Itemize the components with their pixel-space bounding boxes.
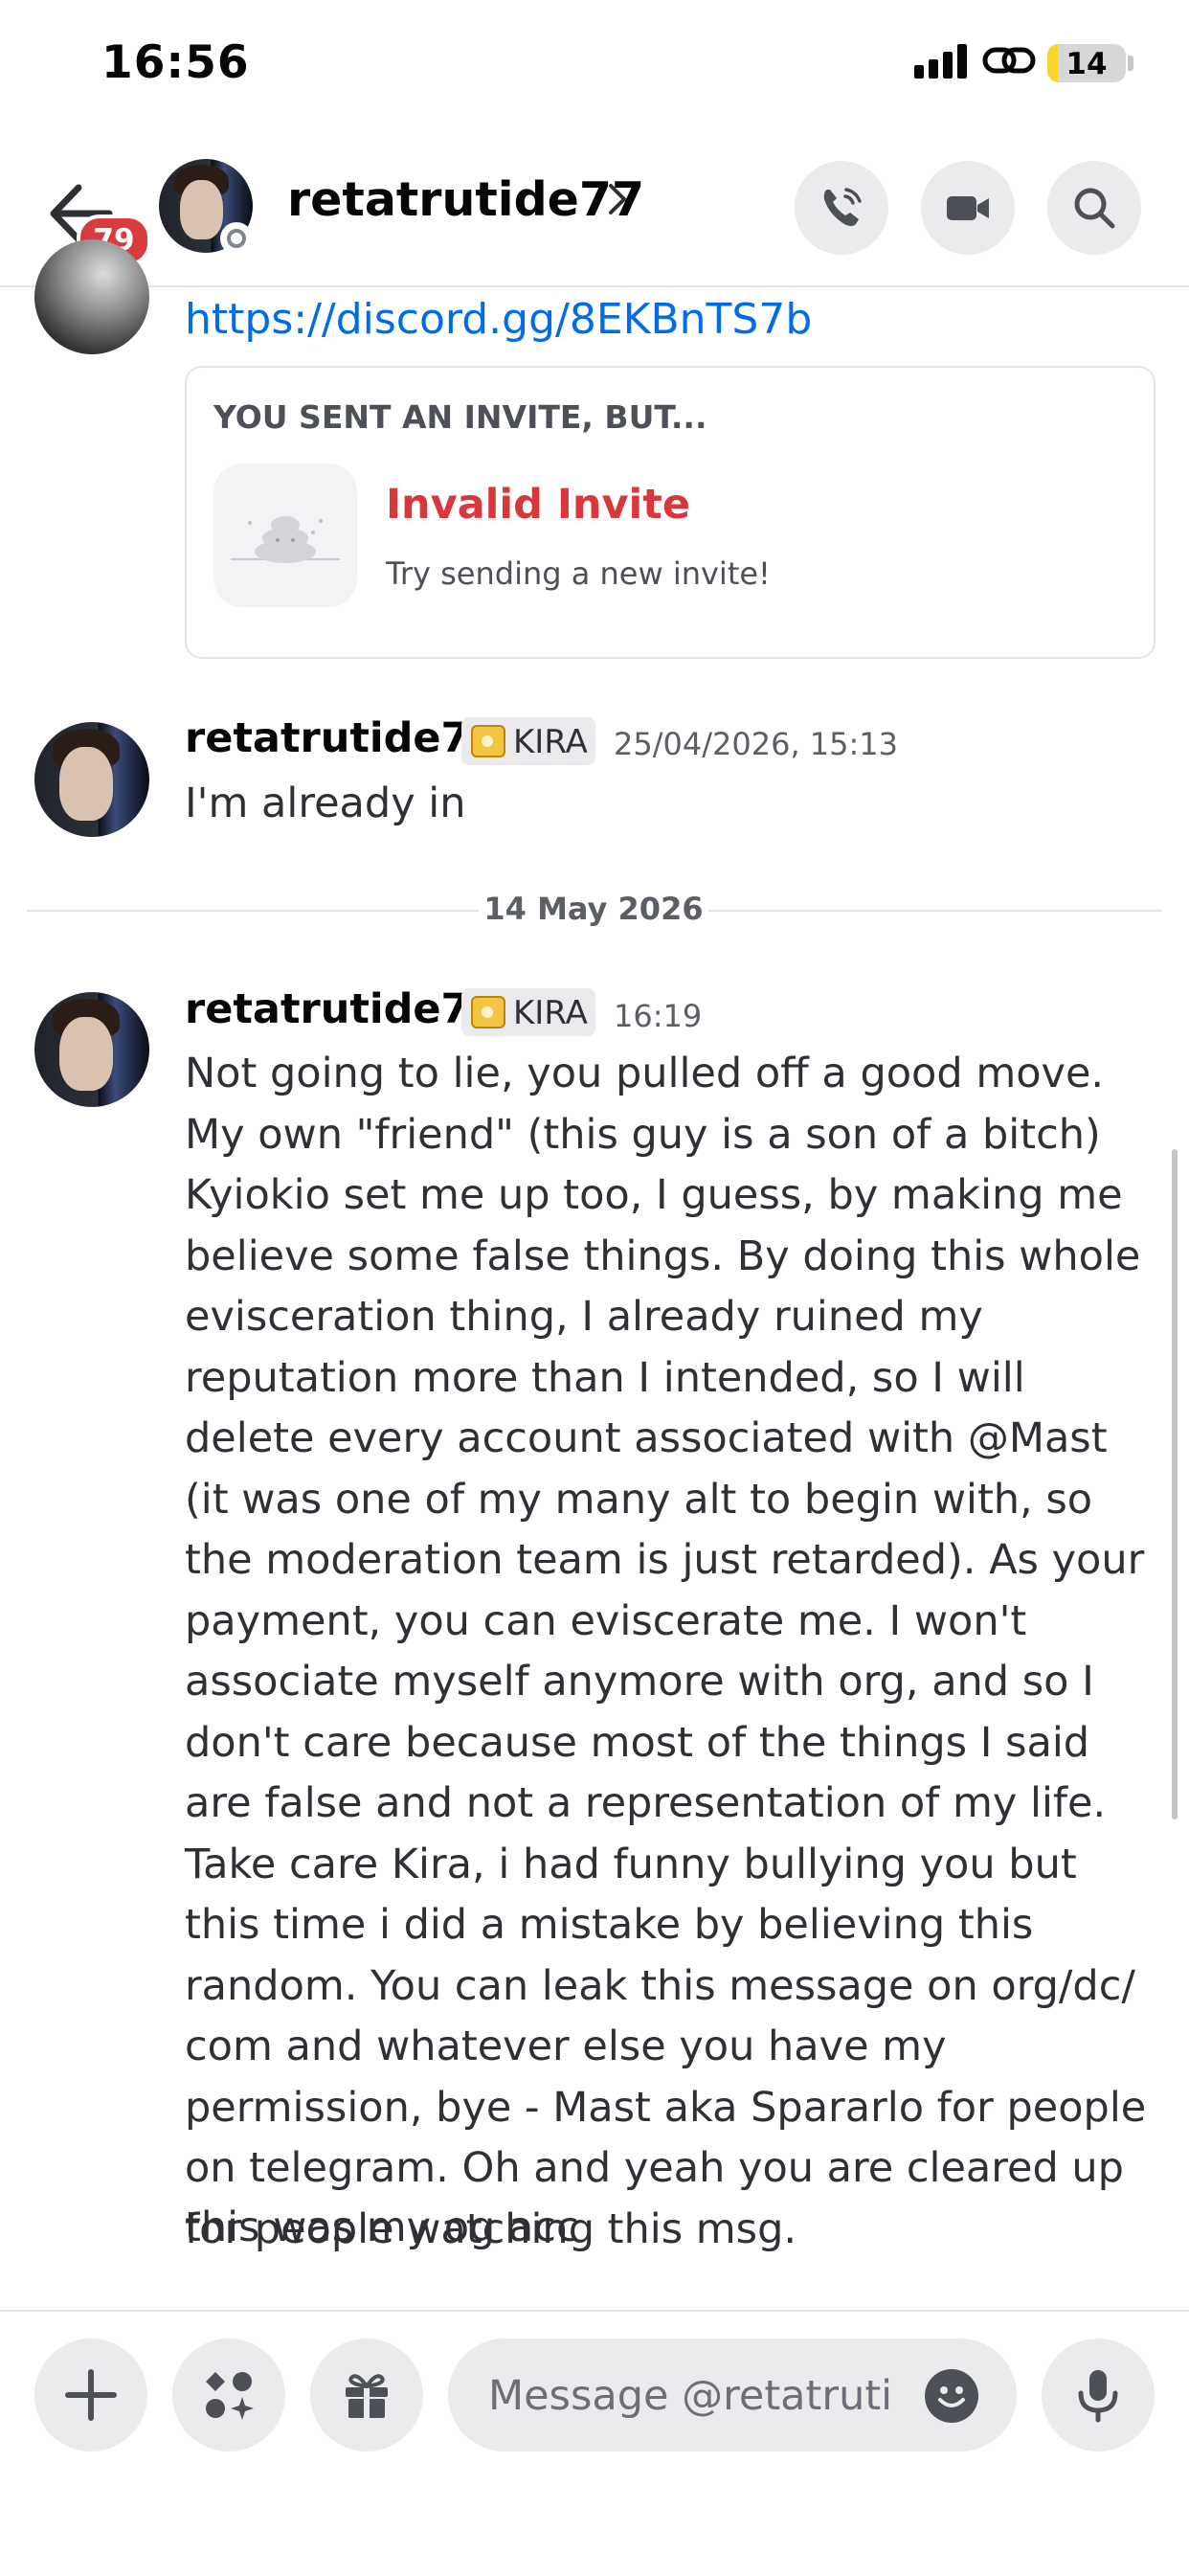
scrollbar[interactable] (1172, 1149, 1178, 1819)
previous-message-avatar[interactable] (34, 239, 149, 354)
role-name: KIRA (513, 994, 588, 1032)
header-username[interactable]: retatrutide77 (287, 172, 644, 227)
message-text: Not going to lie, you pulled off a good … (185, 1050, 1147, 2253)
link-icon (982, 47, 1036, 74)
role-tag[interactable]: KIRA (461, 717, 595, 765)
gift-icon (346, 2374, 388, 2418)
call-icon (823, 188, 862, 226)
message-avatar[interactable] (34, 992, 149, 1107)
message-avatar[interactable] (34, 722, 149, 837)
crown-icon (471, 725, 505, 757)
avatar-face (59, 747, 113, 822)
avatar-face (59, 1017, 113, 1092)
message-author[interactable]: retatrutide77 (185, 985, 498, 1033)
avatar-face (179, 179, 223, 240)
invite-link[interactable]: https://discord.gg/8EKBnTS7b (185, 295, 812, 344)
microphone-icon (1078, 2370, 1118, 2423)
search-icon (1074, 188, 1115, 229)
plus-icon (65, 2369, 117, 2421)
message-input-container[interactable] (448, 2339, 1017, 2452)
invite-card: YOU SENT AN INVITE, BUT... Invalid Invit… (185, 366, 1155, 659)
apps-icon (206, 2372, 254, 2420)
chevron-right-icon[interactable] (603, 180, 632, 218)
add-attachment-button[interactable] (34, 2339, 147, 2452)
search-button[interactable] (1047, 161, 1141, 255)
status-indicator (220, 222, 253, 255)
role-name: KIRA (513, 723, 588, 761)
invalid-invite-icon (213, 463, 357, 607)
crown-icon (471, 996, 505, 1028)
date-divider-label: 14 May 2026 (479, 891, 708, 927)
call-button[interactable] (795, 161, 888, 255)
emoji-face-icon (938, 2386, 965, 2407)
video-icon (947, 196, 989, 220)
message-timestamp: 25/04/2026, 15:13 (614, 726, 898, 762)
message-text: I'm already in (185, 780, 466, 827)
status-time: 16:56 (101, 36, 250, 89)
message-input[interactable] (486, 2361, 892, 2430)
gift-button[interactable] (310, 2339, 423, 2452)
status-bar: 16:56 14 (0, 0, 1189, 134)
message-author[interactable]: retatrutide77 (185, 714, 498, 762)
apps-button[interactable] (172, 2339, 285, 2452)
invite-card-title: YOU SENT AN INVITE, BUT... (213, 398, 707, 436)
battery-indicator: 14 (1047, 44, 1126, 82)
signal-icon (914, 44, 968, 79)
emoji-icon[interactable] (925, 2369, 978, 2423)
invite-status: Invalid Invite (386, 481, 690, 529)
battery-cap (1128, 56, 1133, 71)
video-call-button[interactable] (921, 161, 1015, 255)
message-timestamp: 16:19 (614, 998, 703, 1034)
followup-message-text: this was my og acc (185, 2203, 579, 2251)
invite-hint: Try sending a new invite! (386, 555, 771, 592)
dm-header: 79 retatrutide77 (0, 134, 1189, 287)
voice-message-button[interactable] (1042, 2339, 1155, 2452)
role-tag[interactable]: KIRA (461, 988, 595, 1036)
battery-level: 14 (1066, 47, 1108, 81)
message-composer (0, 2310, 1189, 2576)
poop-illustration-icon (231, 516, 340, 563)
